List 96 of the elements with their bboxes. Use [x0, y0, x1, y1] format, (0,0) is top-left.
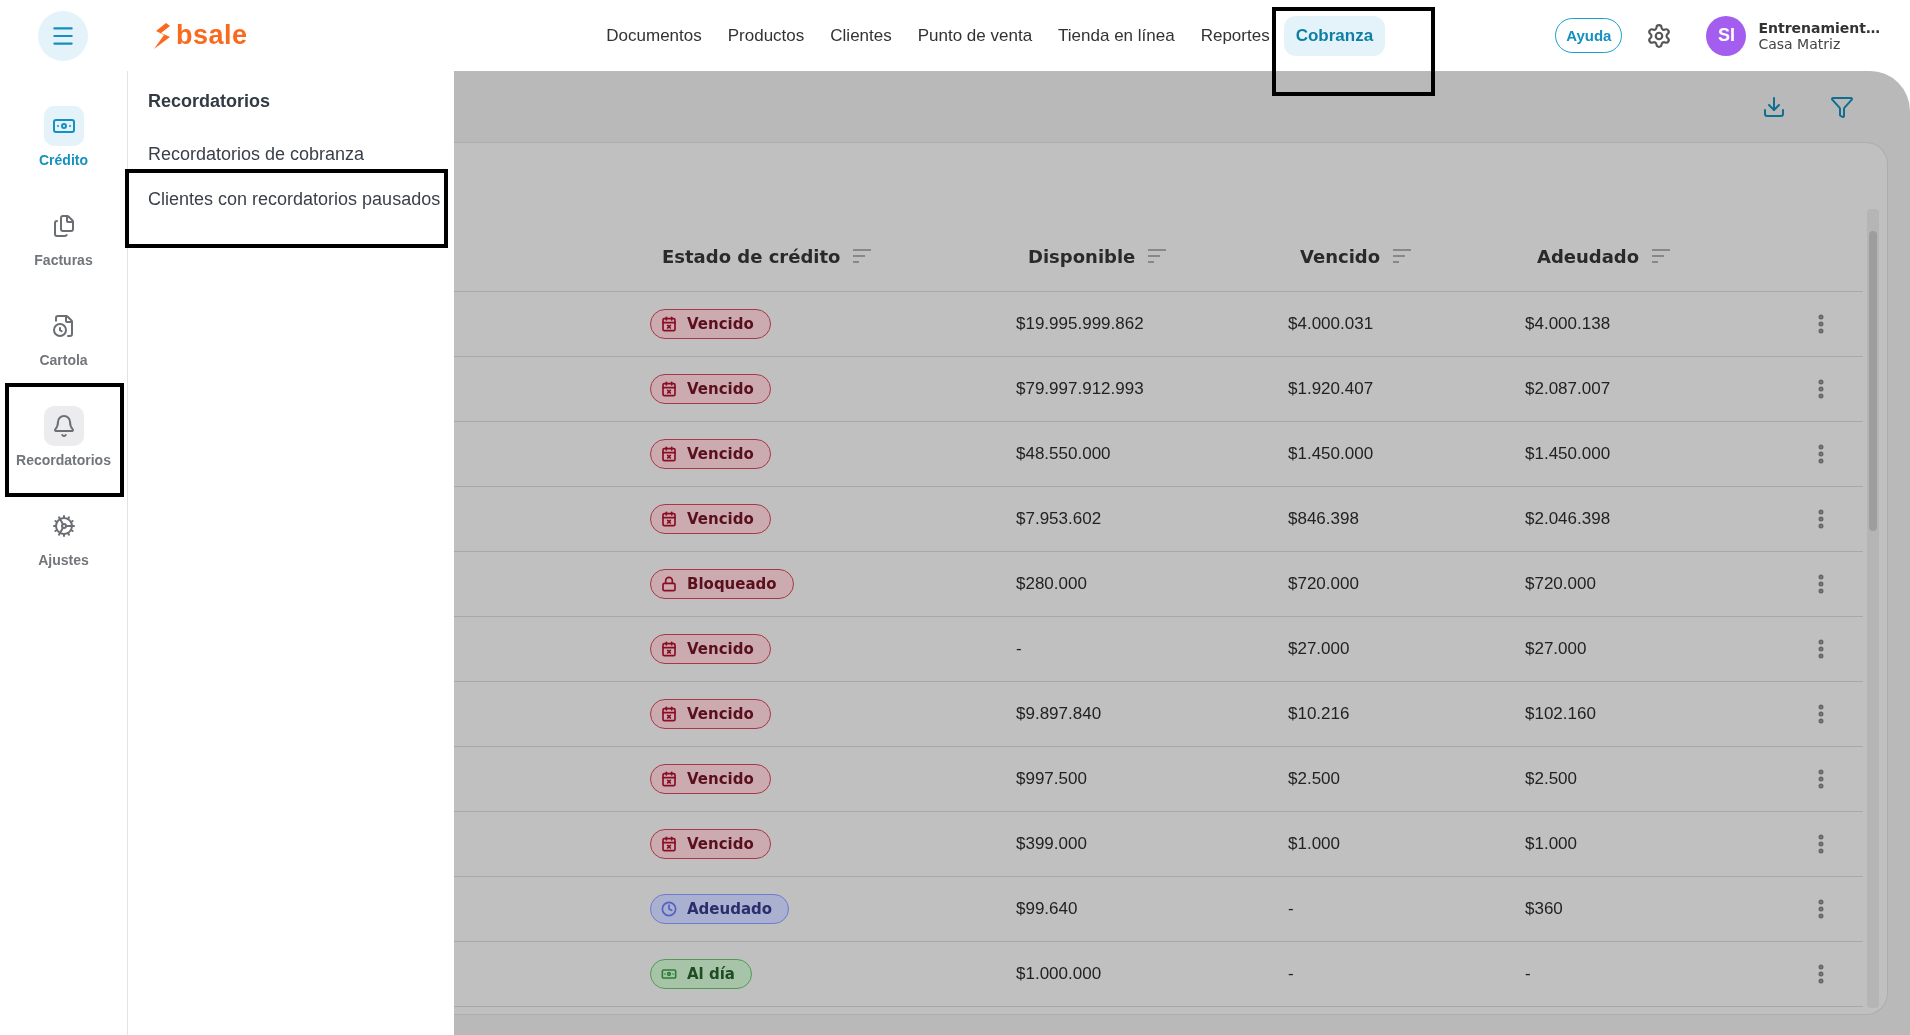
table-cell-text: $399.000 — [1016, 834, 1088, 854]
status-badge: Al día — [650, 959, 752, 989]
table-cell-text: $1.450.000 — [1288, 444, 1375, 464]
logo-text: bsale — [176, 20, 248, 51]
table-cell-text: - — [1016, 639, 1023, 659]
table-cell-text: $79.997.912.993 — [1016, 379, 1145, 399]
table-cell-text: $1.450.000 — [1525, 444, 1612, 464]
nav-tab[interactable]: Reportes — [1188, 15, 1282, 56]
table-cell-text: $48.550.000 — [1016, 444, 1112, 464]
branch-name: Casa Matriz — [1758, 35, 1842, 52]
table-cell-text: - — [1288, 964, 1295, 984]
table-cell-text: $102.160 — [1525, 704, 1597, 724]
table-cell-text: $2.046.398 — [1525, 509, 1612, 529]
bell-icon — [43, 406, 84, 446]
calendar-x-icon — [661, 836, 677, 852]
calendar-x-icon — [661, 641, 677, 657]
table-cell-text: $10.216 — [1288, 704, 1351, 724]
table-cell-text: $846.398 — [1288, 509, 1360, 529]
table-cell-text: $7.953.602 — [1016, 509, 1103, 529]
table-cell-text: $997.500 — [1016, 769, 1088, 789]
status-badge: Vencido — [650, 764, 771, 794]
sort-icon[interactable] — [852, 249, 873, 263]
status-badge: Vencido — [650, 829, 771, 859]
nav-tab[interactable]: Tienda en línea — [1046, 15, 1187, 56]
user-avatar[interactable]: SI — [1706, 15, 1747, 56]
calendar-x-icon — [661, 381, 677, 397]
table-cell-text: $2.087.007 — [1525, 379, 1612, 399]
nav-tab[interactable]: Productos — [715, 15, 817, 56]
sidebar-item[interactable]: Cartola — [0, 287, 127, 387]
status-badge: Vencido — [650, 634, 771, 664]
sidebar-item[interactable]: Facturas — [0, 187, 127, 287]
table-cell-text: $27.000 — [1525, 639, 1588, 659]
help-button[interactable]: Ayuda — [1555, 18, 1623, 53]
download-icon[interactable] — [1762, 94, 1786, 119]
table-cell-text: $720.000 — [1288, 574, 1360, 594]
sort-icon[interactable] — [1392, 249, 1413, 263]
column-header: Adeudado — [1537, 245, 1640, 267]
sidebar-label: Recordatorios — [16, 452, 111, 468]
lock-icon — [661, 576, 677, 592]
status-badge: Vencido — [650, 309, 771, 339]
status-badge: Vencido — [650, 699, 771, 729]
clock-icon — [661, 901, 677, 917]
submenu-item[interactable]: Recordatorios de cobranza — [148, 144, 454, 165]
table-cell-text: $1.000 — [1288, 834, 1341, 854]
menu-button[interactable] — [38, 10, 88, 61]
table-cell-text: $2.500 — [1525, 769, 1578, 789]
scrollbar[interactable] — [1867, 209, 1879, 1008]
table-cell-text: $720.000 — [1525, 574, 1597, 594]
table-cell-text: $9.897.840 — [1016, 704, 1103, 724]
table-cell-text: $4.000.138 — [1525, 314, 1612, 334]
status-badge: Vencido — [650, 439, 771, 469]
table-cell-text: $4.000.031 — [1288, 314, 1375, 334]
nav-tab[interactable]: Cobranza — [1283, 15, 1386, 56]
table-cell-text: $1.000 — [1525, 834, 1578, 854]
sort-icon[interactable] — [1651, 249, 1672, 263]
filter-icon[interactable] — [1830, 94, 1854, 119]
sort-icon[interactable] — [1147, 249, 1168, 263]
sidebar-label: Facturas — [34, 252, 93, 268]
logo-icon — [152, 22, 172, 49]
table-cell-text: $19.995.999.862 — [1016, 314, 1145, 334]
table-cell-text: $360 — [1525, 899, 1564, 919]
status-badge: Bloqueado — [650, 569, 794, 599]
nav-tab[interactable]: Punto de venta — [905, 15, 1045, 56]
banknote-icon — [661, 966, 677, 982]
status-badge: Vencido — [650, 374, 771, 404]
table-cell-text: - — [1288, 899, 1295, 919]
column-header: Vencido — [1300, 245, 1381, 267]
table-cell-text: $27.000 — [1288, 639, 1351, 659]
calendar-x-icon — [661, 511, 677, 527]
status-badge: Vencido — [650, 504, 771, 534]
column-header: Disponible — [1028, 245, 1136, 267]
column-header: Estado de crédito — [662, 245, 841, 267]
banknote-icon — [43, 106, 84, 146]
table-cell-text: $280.000 — [1016, 574, 1088, 594]
table-cell-text: $2.500 — [1288, 769, 1341, 789]
submenu-title: Recordatorios — [148, 91, 272, 112]
nav-tab[interactable]: Clientes — [818, 15, 904, 56]
calendar-x-icon — [661, 706, 677, 722]
status-badge: Adeudado — [650, 894, 790, 924]
sidebar-item[interactable]: Ajustes — [0, 487, 127, 587]
sidebar-item[interactable]: Crédito — [0, 87, 127, 187]
table-cell-text: $1.000.000 — [1016, 964, 1103, 984]
table-cell-text: $1.920.407 — [1288, 379, 1375, 399]
settings-icon[interactable] — [1646, 22, 1673, 49]
calendar-x-icon — [661, 446, 677, 462]
calendar-x-icon — [661, 771, 677, 787]
sidebar-item[interactable]: Recordatorios — [0, 387, 127, 487]
sidebar-label: Ajustes — [38, 552, 89, 568]
sidebar-label: Cartola — [39, 352, 88, 368]
submenu-item[interactable]: Clientes con recordatorios pausados — [148, 189, 454, 210]
user-name: Entrenamient… — [1758, 19, 1880, 36]
nav-tab[interactable]: Documentos — [594, 15, 714, 56]
sidebar-label: Crédito — [39, 152, 88, 168]
calendar-x-icon — [661, 316, 677, 332]
table-cell-text: $99.640 — [1016, 899, 1079, 919]
table-cell-text: - — [1525, 964, 1532, 984]
